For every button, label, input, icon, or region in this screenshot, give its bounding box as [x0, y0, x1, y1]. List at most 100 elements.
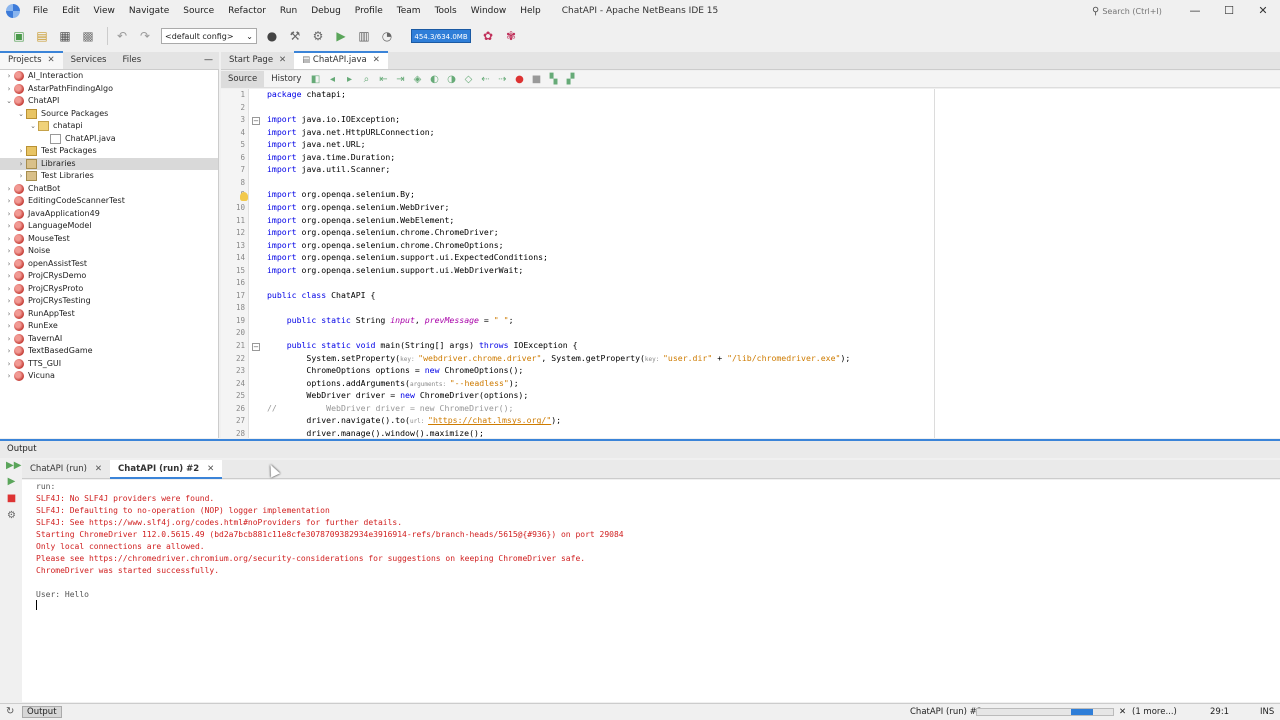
debug-icon[interactable]: ▥ — [355, 27, 373, 45]
hammer-icon[interactable]: ⚒ — [286, 27, 304, 45]
expand-arrow-icon[interactable]: › — [4, 258, 14, 271]
memory-indicator[interactable]: 454.3/634.0MB — [411, 29, 471, 43]
expand-arrow-icon[interactable]: › — [16, 170, 26, 183]
expand-arrow-icon[interactable]: ⌄ — [28, 120, 38, 133]
menu-navigate[interactable]: Navigate — [122, 0, 176, 22]
tree-item[interactable]: › MouseTest — [0, 233, 218, 246]
tab-output-run[interactable]: ChatAPI (run) ✕ — [22, 460, 110, 479]
profiler-icon[interactable]: ✾ — [502, 27, 520, 45]
expand-arrow-icon[interactable]: › — [4, 308, 14, 321]
tree-item[interactable]: › ProjCRysTesting — [0, 295, 218, 308]
tree-item[interactable]: › EditingCodeScannerTest — [0, 195, 218, 208]
profile-icon[interactable]: ◔ — [378, 27, 396, 45]
close-icon[interactable]: ✕ — [48, 55, 55, 65]
find-previous-icon[interactable]: ⇤ — [376, 72, 390, 86]
clean-build-icon[interactable]: ⚙ — [309, 27, 327, 45]
redo-icon[interactable]: ↷ — [136, 27, 154, 45]
view-source[interactable]: Source — [221, 70, 265, 88]
tree-item[interactable]: › openAssistTest — [0, 258, 218, 271]
tree-item[interactable]: › AstarPathFindingAlgo — [0, 83, 218, 96]
output-console[interactable]: run: SLF4J: No SLF4J providers were found… — [22, 480, 1280, 702]
maximize-icon[interactable]: ☐ — [1212, 0, 1246, 22]
tree-item[interactable]: › Test Packages — [0, 145, 218, 158]
config-dropdown[interactable]: <default config> ⌄ — [161, 28, 257, 44]
save-all-icon[interactable]: ▩ — [79, 27, 97, 45]
insert-mode[interactable]: INS — [1260, 704, 1274, 720]
tree-item[interactable]: › RunAppTest — [0, 308, 218, 321]
menu-tools[interactable]: Tools — [428, 0, 464, 22]
menu-profile[interactable]: Profile — [348, 0, 390, 22]
start-macro-icon[interactable]: ● — [512, 72, 526, 86]
close-icon[interactable]: ✕ — [279, 55, 286, 65]
expand-arrow-icon[interactable]: › — [4, 358, 14, 371]
tree-item[interactable]: › RunExe — [0, 320, 218, 333]
expand-arrow-icon[interactable]: › — [4, 320, 14, 333]
expand-arrow-icon[interactable]: › — [16, 145, 26, 158]
fold-toggle-icon[interactable]: − — [252, 117, 260, 126]
find-next-icon[interactable]: ⇥ — [393, 72, 407, 86]
tree-item[interactable]: › JavaApplication49 — [0, 208, 218, 221]
close-icon[interactable]: ✕ — [207, 464, 214, 474]
expand-arrow-icon[interactable]: › — [4, 370, 14, 383]
close-icon[interactable]: ✕ — [373, 55, 380, 65]
tab-chatapi-java[interactable]: ▤ ChatAPI.java ✕ — [294, 51, 388, 69]
tree-item[interactable]: ⌄ chatapi — [0, 120, 218, 133]
menu-help[interactable]: Help — [513, 0, 548, 22]
new-file-icon[interactable]: ▣ — [10, 27, 28, 45]
minimize-panel-icon[interactable]: — — [198, 51, 219, 69]
expand-arrow-icon[interactable]: ⌄ — [16, 108, 26, 121]
new-project-icon[interactable]: ▤ — [33, 27, 51, 45]
tab-files[interactable]: Files — [114, 51, 149, 69]
menu-file[interactable]: File — [26, 0, 55, 22]
menu-view[interactable]: View — [87, 0, 122, 22]
find-icon[interactable]: ⌕ — [359, 72, 373, 86]
caret-position[interactable]: 29:1 — [1210, 704, 1229, 720]
shift-right-icon[interactable]: ⇢ — [495, 72, 509, 86]
gc-icon[interactable]: ✿ — [479, 27, 497, 45]
expand-arrow-icon[interactable]: › — [4, 233, 14, 246]
close-icon[interactable]: ✕ — [1246, 0, 1280, 22]
expand-arrow-icon[interactable]: › — [4, 183, 14, 196]
stop-macro-icon[interactable]: ■ — [529, 72, 543, 86]
expand-arrow-icon[interactable]: › — [4, 208, 14, 221]
tab-services[interactable]: Services — [63, 51, 115, 69]
tree-item[interactable]: › Test Libraries — [0, 170, 218, 183]
tab-output-run-2[interactable]: ChatAPI (run) #2 ✕ — [110, 460, 223, 479]
tree-item[interactable]: › AI_Interaction — [0, 70, 218, 83]
tree-item[interactable]: › LanguageModel — [0, 220, 218, 233]
menu-debug[interactable]: Debug — [304, 0, 348, 22]
expand-arrow-icon[interactable]: › — [16, 158, 26, 171]
expand-arrow-icon[interactable]: › — [4, 270, 14, 283]
uncomment-icon[interactable]: ▞ — [563, 72, 577, 86]
menu-team[interactable]: Team — [390, 0, 428, 22]
tree-item[interactable]: › ChatBot — [0, 183, 218, 196]
menu-edit[interactable]: Edit — [55, 0, 86, 22]
forward-icon[interactable]: ▸ — [342, 72, 356, 86]
tree-item[interactable]: › ProjCRysProto — [0, 283, 218, 296]
stop-icon[interactable]: ■ — [6, 493, 17, 504]
task-progress-bar[interactable] — [976, 708, 1114, 716]
expand-arrow-icon[interactable]: › — [4, 245, 14, 258]
tree-item[interactable]: › Vicuna — [0, 370, 218, 383]
tree-item[interactable]: ⌄ ChatAPI — [0, 95, 218, 108]
expand-arrow-icon[interactable]: › — [4, 295, 14, 308]
run-icon[interactable]: ▶ — [332, 27, 350, 45]
more-tasks-link[interactable]: (1 more...) — [1132, 704, 1177, 720]
back-icon[interactable]: ◂ — [325, 72, 339, 86]
minimize-icon[interactable]: — — [1178, 0, 1212, 22]
menu-refactor[interactable]: Refactor — [221, 0, 273, 22]
rerun-icon[interactable]: ▶▶ — [6, 460, 21, 471]
toggle-bookmark-icon[interactable]: ◇ — [461, 72, 475, 86]
expand-arrow-icon[interactable]: › — [4, 345, 14, 358]
undo-icon[interactable]: ↶ — [113, 27, 131, 45]
expand-arrow-icon[interactable]: › — [4, 195, 14, 208]
expand-arrow-icon[interactable]: › — [4, 220, 14, 233]
expand-arrow-icon[interactable]: ⌄ — [4, 95, 14, 108]
tree-item[interactable]: › Libraries — [0, 157, 218, 171]
close-icon[interactable]: ✕ — [95, 464, 102, 474]
lightbulb-hint-icon[interactable] — [240, 192, 248, 202]
tree-item[interactable]: ⌄ Source Packages — [0, 108, 218, 121]
tree-item[interactable]: › TextBasedGame — [0, 345, 218, 358]
shift-left-icon[interactable]: ⇠ — [478, 72, 492, 86]
settings-icon[interactable]: ⚙ — [6, 510, 17, 521]
